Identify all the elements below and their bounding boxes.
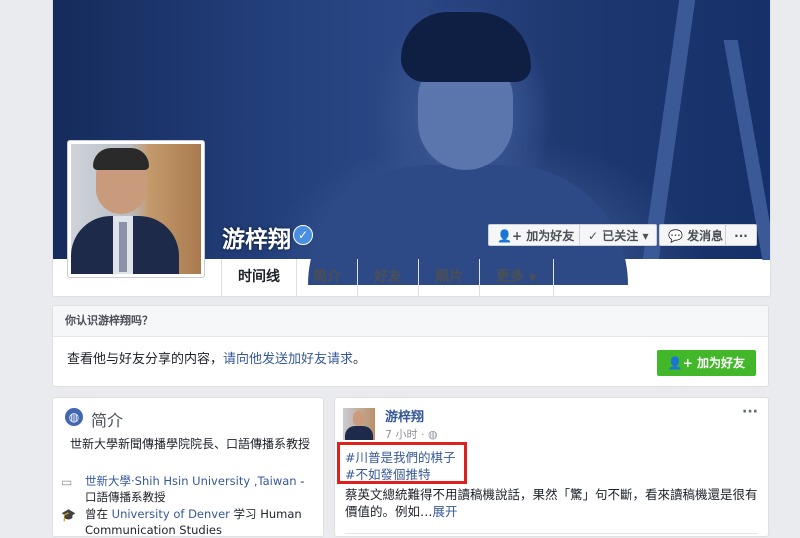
avatar-hair [93,148,149,170]
post-avatar[interactable] [343,408,375,440]
profile-picture[interactable] [67,140,205,278]
verified-icon: ✓ [293,225,313,245]
message-label: 发消息 [687,229,724,243]
cover-figure-hair [401,12,531,82]
post-avatar-suit [345,426,373,440]
add-friend-label: 加为好友 [526,229,575,243]
post-card: 游梓翔 7 小时 · ◍ ··· #川普是我們的棋子 #不如發個推特 蔡英文總統… [334,397,769,537]
avatar [71,144,201,274]
caret-down-icon: ▼ [528,273,537,284]
profile-tabs: 时间线 简介 好友 照片 更多 ▼ [221,259,554,296]
add-friend-green-label: 加为好友 [696,356,745,370]
friend-suggestion-card: 你认识游梓翔吗？ 查看他与好友分享的内容，请向他发送加好友请求。 👤+ 加为好友 [52,305,769,387]
intro-title: 简介 [91,411,124,430]
hashtag-link[interactable]: #不如發個推特 [345,464,430,483]
graduation-cap-icon: 🎓 [61,508,76,522]
friend-suggestion-header: 你认识游梓翔吗？ [53,306,768,337]
add-friend-button[interactable]: 👤+ 加为好友 [488,224,584,246]
public-globe-icon: ◍ [428,428,438,441]
tab-more-label: 更多 [496,269,524,285]
tab-about[interactable]: 简介 [296,259,357,296]
tab-more[interactable]: 更多 ▼ [479,259,554,296]
post-text: 蔡英文總統難得不用讀稿機說話，果然「驚」句不斷，看來讀稿機還是很有價值的。例如…… [345,486,765,520]
post-body: 蔡英文總統難得不用讀稿機說話，果然「驚」句不斷，看來讀稿機還是很有價值的。例如… [345,487,758,519]
avatar-tie [119,222,127,272]
post-time: 7 小时 · [385,428,428,441]
work-link[interactable]: 世新大學‧Shih Hsin University ,Taiwan [85,474,297,488]
post-options-button[interactable]: ··· [742,404,758,420]
profile-name[interactable]: 游梓翔 [222,220,291,254]
friend-suggestion-suffix: 。 [353,352,367,367]
tab-photos[interactable]: 照片 [418,259,479,296]
check-icon: ✓ [588,229,599,243]
cover-ladder [642,0,696,259]
post-avatar-head [353,411,365,426]
following-label: 已关注 [602,229,639,243]
education-link[interactable]: University of Denver [112,507,230,521]
education-prefix: 曾在 [85,507,112,521]
briefcase-icon: ▭ [61,475,73,489]
tab-friends[interactable]: 好友 [357,259,418,296]
add-friend-green-button[interactable]: 👤+ 加为好友 [656,350,756,376]
tab-timeline[interactable]: 时间线 [221,259,296,296]
intro-card: ◍ 简介 世新大學新聞傳播學院院長、口語傳播系教授 ▭ 世新大學‧Shih Hs… [52,397,324,537]
more-options-button[interactable]: ··· [725,224,757,246]
add-friend-icon: 👤+ [497,229,522,243]
friend-suggestion-prefix: 查看他与好友分享的内容， [67,352,224,367]
intro-bio: 世新大學新聞傳播學院院長、口語傳播系教授 [69,437,310,451]
friend-suggestion-text: 查看他与好友分享的内容，请向他发送加好友请求。 [67,348,366,367]
following-button[interactable]: ✓ 已关注 ▾ [579,224,658,246]
post-author[interactable]: 游梓翔 [385,406,424,425]
messenger-icon: 💬 [668,229,683,243]
send-friend-request-link[interactable]: 请向他发送加好友请求 [223,352,353,367]
add-friend-icon: 👤+ [667,356,693,370]
caret-down-icon: ▾ [642,229,649,243]
see-more-link[interactable]: 展开 [433,504,458,519]
globe-icon: ◍ [65,408,83,426]
message-button[interactable]: 💬 发消息 [659,224,733,246]
profile-header: 游梓翔 ✓ 👤+ 加为好友 ✓ 已关注 ▾ 💬 发消息 ··· 时间线 简介 好… [52,0,771,297]
post-timestamp[interactable]: 7 小时 · ◍ [385,426,438,442]
